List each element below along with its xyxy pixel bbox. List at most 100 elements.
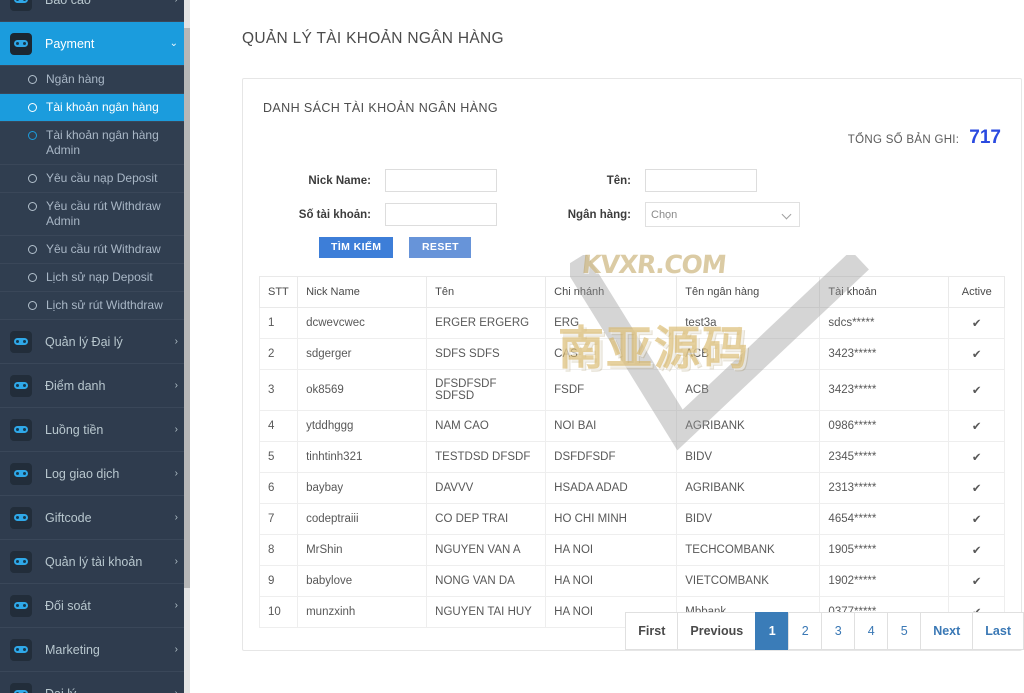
cell-active-check-icon: ✔: [948, 338, 1005, 370]
pagination-first[interactable]: First: [625, 612, 679, 650]
sidebar-subitem-lich-su-nap-deposit[interactable]: Lịch sử nạp Deposit: [0, 264, 190, 292]
chevron-right-icon: ›: [174, 600, 178, 611]
sidebar-item-dai-ly[interactable]: Đại lý ›: [0, 672, 190, 693]
table-row[interactable]: 2 sdgerger SDFS SDFS CAS ACB 3423***** ✔: [258, 338, 1005, 370]
cell-stt: 3: [258, 369, 299, 411]
cell-active-check-icon: ✔: [948, 503, 1005, 535]
column-header-active: Active: [948, 276, 1005, 308]
sidebar-item-doi-soat[interactable]: Đối soát ›: [0, 584, 190, 628]
sidebar-item-label: Điểm danh: [45, 378, 106, 393]
sidebar: Báo cáo › Payment ⌄ Ngân hàng Tài khoản …: [0, 0, 190, 693]
cell-bank: BIDV: [676, 503, 821, 535]
sidebar-subitem-label: Lịch sử nạp Deposit: [46, 270, 153, 284]
table-row[interactable]: 1 dcwevcwec ERGER ERGERG ERG test3a sdcs…: [258, 307, 1005, 339]
ten-input[interactable]: [645, 169, 757, 192]
table-row[interactable]: 3 ok8569 DFSDFSDF SDFSD FSDF ACB 3423***…: [258, 369, 1005, 411]
cell-acct: 3423*****: [819, 369, 950, 411]
chevron-right-icon: ›: [174, 380, 178, 391]
column-header-chi-nhanh: Chi nhánh: [545, 276, 678, 308]
radio-circle-icon: [28, 202, 37, 211]
cell-nick: babylove: [297, 565, 428, 597]
cell-active-check-icon: ✔: [948, 307, 1005, 339]
pagination-page-2[interactable]: 2: [788, 612, 823, 650]
sidebar-subitem-tai-khoan-ngan-hang[interactable]: Tài khoản ngân hàng: [0, 94, 190, 122]
cell-ten: DFSDFSDF SDFSD: [426, 369, 547, 411]
total-records: TỔNG SỐ BẢN GHI: 717: [848, 101, 1005, 149]
pagination-last[interactable]: Last: [972, 612, 1024, 650]
cell-chi: HSADA ADAD: [545, 472, 678, 504]
table-row[interactable]: 6 baybay DAVVV HSADA ADAD AGRIBANK 2313*…: [258, 472, 1005, 504]
pagination-page-3[interactable]: 3: [821, 612, 856, 650]
pagination-page-4[interactable]: 4: [854, 612, 889, 650]
cell-ten: TESTDSD DFSDF: [426, 441, 547, 473]
pagination-page-5[interactable]: 5: [887, 612, 922, 650]
sidebar-item-label: Luồng tiền: [45, 422, 104, 437]
sidebar-item-label: Marketing: [45, 642, 100, 657]
sidebar-item-luong-tien[interactable]: Luồng tiền ›: [0, 408, 190, 452]
sidebar-subitem-tai-khoan-ngan-hang-admin[interactable]: Tài khoản ngân hàng Admin: [0, 122, 190, 165]
sidebar-subitem-yeu-cau-rut-withdraw-admin[interactable]: Yêu cầu rút Withdraw Admin: [0, 193, 190, 236]
table-row[interactable]: 8 MrShin NGUYEN VAN A HA NOI TECHCOMBANK…: [258, 534, 1005, 566]
column-header-tai-khoan: Tài khoản: [819, 276, 950, 308]
sidebar-item-giftcode[interactable]: Giftcode ›: [0, 496, 190, 540]
radio-circle-icon: [28, 103, 37, 112]
table-head: STT Nick Name Tên Chi nhánh Tên ngân hàn…: [258, 276, 1005, 308]
reset-button[interactable]: RESET: [409, 237, 472, 258]
sidebar-item-bao-cao[interactable]: Báo cáo ›: [0, 0, 190, 22]
bank-select[interactable]: Chọn: [645, 202, 800, 227]
ten-field-group: Tên:: [527, 169, 757, 192]
table-row[interactable]: 5 tinhtinh321 TESTDSD DFSDF DSFDFSDF BID…: [258, 441, 1005, 473]
sidebar-item-diem-danh[interactable]: Điểm danh ›: [0, 364, 190, 408]
ten-label: Tên:: [606, 174, 631, 187]
table-row[interactable]: 7 codeptraiii CO DEP TRAI HO CHI MINH BI…: [258, 503, 1005, 535]
sidebar-subitem-label: Tài khoản ngân hàng Admin: [46, 128, 159, 157]
card-header: DANH SÁCH TÀI KHOẢN NGÂN HÀNG TỔNG SỐ BẢ…: [259, 101, 1005, 149]
card-icon: [10, 32, 32, 55]
table-row[interactable]: 4 ytddhggg NAM CAO NOI BAI AGRIBANK 0986…: [258, 410, 1005, 442]
cell-active-check-icon: ✔: [948, 472, 1005, 504]
table-row[interactable]: 9 babylove NONG VAN DA HA NOI VIETCOMBAN…: [258, 565, 1005, 597]
chevron-right-icon: ›: [174, 424, 178, 435]
sidebar-item-payment[interactable]: Payment ⌄: [0, 22, 190, 66]
chevron-right-icon: ›: [174, 336, 178, 347]
column-header-ten-ngan-hang: Tên ngân hàng: [676, 276, 821, 308]
cell-chi: HA NOI: [545, 565, 678, 597]
cell-stt: 4: [258, 410, 299, 442]
cell-stt: 8: [258, 534, 299, 566]
search-form: Nick Name: Tên: Số tài khoản: Ngân hàng:: [259, 169, 1005, 258]
app-root: Báo cáo › Payment ⌄ Ngân hàng Tài khoản …: [0, 0, 1024, 693]
sidebar-subitem-ngan-hang[interactable]: Ngân hàng: [0, 66, 190, 94]
search-form-row-2: Số tài khoản: Ngân hàng: Chọn: [277, 202, 1005, 227]
sidebar-item-quan-ly-tai-khoan[interactable]: Quản lý tài khoản ›: [0, 540, 190, 584]
sidebar-item-log-giao-dich[interactable]: Log giao dịch ›: [0, 452, 190, 496]
sidebar-subitem-yeu-cau-rut-withdraw[interactable]: Yêu cầu rút Withdraw: [0, 236, 190, 264]
nick-name-input[interactable]: [385, 169, 497, 192]
cell-chi: HO CHI MINH: [545, 503, 678, 535]
nick-name-label: Nick Name:: [308, 174, 371, 187]
table-header-row: STT Nick Name Tên Chi nhánh Tên ngân hàn…: [258, 276, 1005, 308]
cell-stt: 7: [258, 503, 299, 535]
pagination-page-1[interactable]: 1: [755, 612, 790, 650]
card-icon: [10, 506, 32, 529]
sidebar-subitem-lich-su-rut-widthdraw[interactable]: Lịch sử rút Widthdraw: [0, 292, 190, 320]
cell-stt: 5: [258, 441, 299, 473]
cell-bank: test3a: [676, 307, 821, 339]
sidebar-item-quan-ly-dai-ly[interactable]: Quản lý Đại lý ›: [0, 320, 190, 364]
cell-bank: VIETCOMBANK: [676, 565, 821, 597]
sidebar-item-marketing[interactable]: Marketing ›: [0, 628, 190, 672]
table-body: 1 dcwevcwec ERGER ERGERG ERG test3a sdcs…: [258, 307, 1005, 628]
cell-active-check-icon: ✔: [948, 441, 1005, 473]
card-icon: [10, 462, 32, 485]
sidebar-subitem-label: Yêu cầu rút Withdraw Admin: [46, 199, 161, 228]
sidebar-subitem-yeu-cau-nap-deposit[interactable]: Yêu cầu nạp Deposit: [0, 165, 190, 193]
pagination-previous[interactable]: Previous: [677, 612, 757, 650]
radio-circle-icon: [28, 131, 37, 140]
pagination-next[interactable]: Next: [920, 612, 974, 650]
cell-acct: 0986*****: [819, 410, 950, 442]
cell-acct: 3423*****: [819, 338, 950, 370]
search-button[interactable]: TÌM KIẾM: [319, 237, 394, 258]
account-number-input[interactable]: [385, 203, 497, 226]
cell-acct: sdcs*****: [819, 307, 950, 339]
bank-account-list-card: DANH SÁCH TÀI KHOẢN NGÂN HÀNG TỔNG SỐ BẢ…: [242, 78, 1022, 651]
account-number-field-group: Số tài khoản:: [277, 203, 527, 226]
